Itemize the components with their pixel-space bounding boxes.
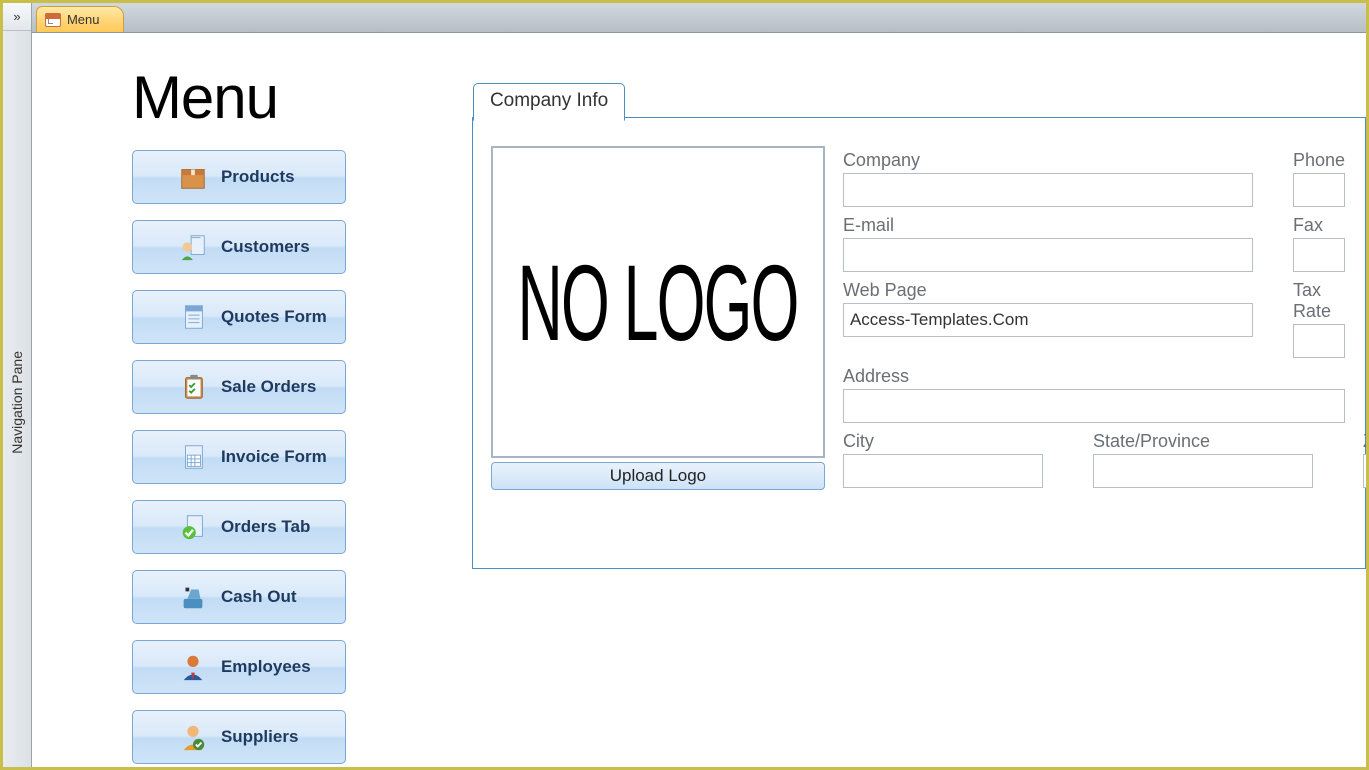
fax-field[interactable] (1293, 238, 1345, 272)
no-logo-text: NO LOGO (518, 240, 798, 365)
menu-suppliers-button[interactable]: Suppliers (132, 710, 346, 764)
company-info-tabset: Company Info NO LOGO Upload Logo Company (472, 117, 1366, 569)
menu-button-label: Invoice Form (221, 447, 327, 467)
check-doc-icon (177, 511, 209, 543)
company-label: Company (843, 150, 1253, 171)
menu-invoice-form-button[interactable]: Invoice Form (132, 430, 346, 484)
menu-button-label: Suppliers (221, 727, 298, 747)
fax-label: Fax (1293, 215, 1345, 236)
menu-customers-button[interactable]: Customers (132, 220, 346, 274)
tab-label: Menu (67, 12, 100, 27)
email-label: E-mail (843, 215, 1253, 236)
employee-icon (177, 651, 209, 683)
menu-button-label: Cash Out (221, 587, 297, 607)
webpage-label: Web Page (843, 280, 1253, 301)
menu-employees-button[interactable]: Employees (132, 640, 346, 694)
taxrate-label: Tax Rate (1293, 280, 1345, 322)
tab-company-info[interactable]: Company Info (473, 83, 625, 121)
phone-label: Phone (1293, 150, 1345, 171)
company-fields-grid: Company Phone E-mail (843, 146, 1345, 548)
city-field[interactable] (843, 454, 1043, 488)
menu-button-label: Customers (221, 237, 310, 257)
menu-button-list: Products Customers Quotes Form (132, 150, 472, 764)
page-title: Menu (132, 63, 472, 132)
webpage-field[interactable] (843, 303, 1253, 337)
upload-logo-button[interactable]: Upload Logo (491, 462, 825, 490)
chevron-right-icon: » (13, 9, 20, 24)
menu-products-button[interactable]: Products (132, 150, 346, 204)
menu-orders-tab-button[interactable]: Orders Tab (132, 500, 346, 554)
city-label: City (843, 431, 1043, 452)
menu-quotes-form-button[interactable]: Quotes Form (132, 290, 346, 344)
menu-button-label: Orders Tab (221, 517, 310, 537)
form-body: Menu Products Customers (32, 33, 1366, 767)
document-icon (177, 301, 209, 333)
supplier-icon (177, 721, 209, 753)
clipboard-icon (177, 371, 209, 403)
menu-button-label: Quotes Form (221, 307, 327, 327)
cash-register-icon (177, 581, 209, 613)
phone-field[interactable] (1293, 173, 1345, 207)
invoice-icon (177, 441, 209, 473)
address-label: Address (843, 366, 1345, 387)
tab-menu[interactable]: Menu (36, 6, 125, 32)
person-icon (177, 231, 209, 263)
email-field[interactable] (843, 238, 1253, 272)
document-tab-bar: Menu (32, 3, 1366, 33)
menu-button-label: Sale Orders (221, 377, 316, 397)
navigation-pane-collapsed: » Navigation Pane (3, 3, 32, 767)
box-icon (177, 161, 209, 193)
logo-placeholder-box[interactable]: NO LOGO (491, 146, 825, 458)
logo-column: NO LOGO Upload Logo (491, 146, 825, 548)
menu-button-label: Employees (221, 657, 311, 677)
menu-column: Menu Products Customers (132, 63, 472, 767)
company-info-panel: NO LOGO Upload Logo Company Phone (472, 117, 1366, 569)
navigation-pane-label: Navigation Pane (9, 351, 25, 454)
company-field[interactable] (843, 173, 1253, 207)
nav-expand-button[interactable]: » (3, 3, 31, 31)
state-label: State/Province (1093, 431, 1313, 452)
menu-sale-orders-button[interactable]: Sale Orders (132, 360, 346, 414)
address-field[interactable] (843, 389, 1345, 423)
state-field[interactable] (1093, 454, 1313, 488)
zip-field[interactable] (1363, 454, 1366, 488)
menu-cash-out-button[interactable]: Cash Out (132, 570, 346, 624)
menu-button-label: Products (221, 167, 295, 187)
taxrate-field[interactable] (1293, 324, 1345, 358)
company-info-column: Company Info NO LOGO Upload Logo Company (472, 63, 1366, 767)
form-icon (45, 13, 61, 27)
content-area: Menu Menu Products (32, 3, 1366, 767)
zip-label: Zip/ (1363, 431, 1366, 452)
